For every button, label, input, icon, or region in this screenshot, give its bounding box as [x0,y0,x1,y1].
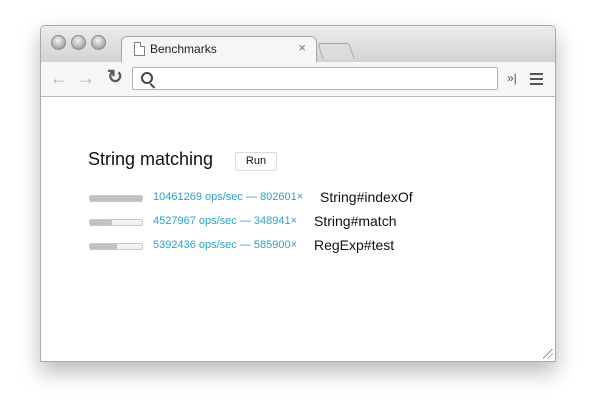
tab-benchmarks[interactable]: Benchmarks × [121,36,317,63]
benchmark-row: 4527967 ops/sec — 348941× String#match [89,213,529,233]
progress-bar-fill [90,244,118,249]
benchmark-name: RegExp#test [314,237,395,253]
benchmark-row: 10461269 ops/sec — 802601× String#indexO… [89,189,529,209]
minimize-window-button[interactable] [71,35,86,50]
page-content: String matching Run 10461269 ops/sec — 8… [41,97,555,361]
progress-bar [89,243,143,250]
tab-close-icon[interactable]: × [298,40,306,55]
progress-bar-fill [90,196,142,201]
menu-icon[interactable] [530,73,543,85]
benchmark-stats: 5392436 ops/sec — 585900× [153,239,298,251]
page-title: String matching [88,149,214,169]
tab-page-icon [134,42,145,56]
back-icon[interactable]: ← [50,68,68,88]
forward-icon[interactable]: → [77,68,95,88]
title-bar: Benchmarks × [41,26,555,63]
address-input[interactable] [161,70,495,89]
progress-bar-fill [90,220,113,225]
resize-grip-icon[interactable] [543,349,553,359]
search-icon [141,72,153,84]
tab-title: Benchmarks [150,42,217,56]
benchmark-row: 5392436 ops/sec — 585900× RegExp#test [89,237,529,257]
run-button[interactable]: Run [235,152,277,171]
new-tab-button[interactable] [317,43,355,59]
browser-window: Benchmarks × ← → ↻ »| String matching Ru… [40,25,556,362]
benchmark-name: String#indexOf [320,189,413,205]
benchmark-stats: 10461269 ops/sec — 802601× [153,191,304,203]
browser-toolbar: ← → ↻ »| [41,62,555,97]
benchmark-stats: 4527967 ops/sec — 348941× [153,215,298,227]
progress-bar [89,195,143,202]
reload-icon[interactable]: ↻ [107,68,123,88]
zoom-window-button[interactable] [91,35,106,50]
benchmark-name: String#match [314,213,397,229]
address-bar[interactable] [132,67,498,90]
extensions-chevron-icon[interactable]: »| [507,71,517,85]
close-window-button[interactable] [51,35,66,50]
progress-bar [89,219,143,226]
